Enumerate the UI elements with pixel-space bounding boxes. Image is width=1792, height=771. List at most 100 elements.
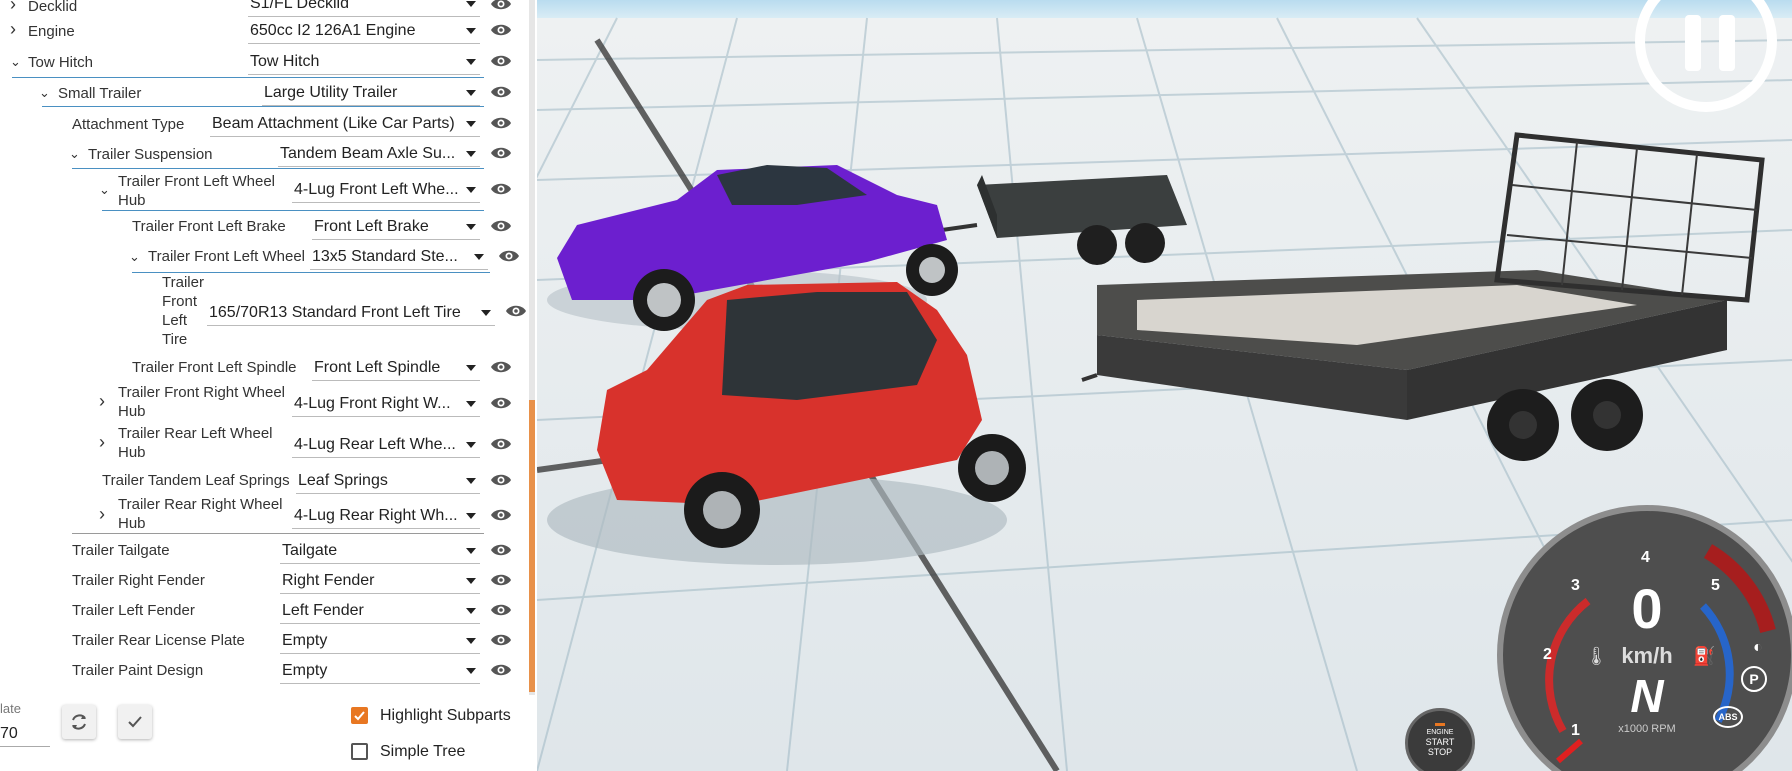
panel-scrollbar-thumb[interactable] xyxy=(529,400,535,692)
dropdown-arrow-icon xyxy=(466,578,476,584)
tree-branch-underline xyxy=(102,210,484,211)
part-label-line: Trailer xyxy=(162,274,204,291)
part-select-value: 4-Lug Rear Right Wh... xyxy=(294,507,458,524)
fuel-icon: ⛽ xyxy=(1693,646,1716,666)
chevron-right-icon[interactable]: › xyxy=(99,504,105,525)
engine-start-stop-button[interactable]: ENGINE START STOP xyxy=(1405,708,1475,771)
chevron-right-icon[interactable]: › xyxy=(99,432,105,453)
chevron-down-icon[interactable]: ⌄ xyxy=(10,54,21,70)
part-select[interactable]: 165/70R13 Standard Front Left Tire xyxy=(207,299,495,326)
speed-unit: km/h xyxy=(1621,643,1673,668)
eye-icon[interactable] xyxy=(490,663,512,677)
eye-icon[interactable] xyxy=(490,360,512,374)
part-select[interactable]: 4-Lug Rear Left Whe... xyxy=(292,431,480,458)
chevron-down-icon[interactable]: ⌄ xyxy=(99,182,110,198)
eye-icon[interactable] xyxy=(498,249,520,263)
part-select-value: Beam Attachment (Like Car Parts) xyxy=(212,115,455,132)
part-select[interactable]: S1/FL Decklid xyxy=(248,0,480,17)
tree-branch-underline xyxy=(72,168,484,169)
part-label-line: Front xyxy=(162,293,198,310)
part-select[interactable]: 650cc I2 126A1 Engine xyxy=(248,17,480,44)
part-select-value: Tow Hitch xyxy=(250,53,320,70)
dropdown-arrow-icon xyxy=(466,59,476,65)
eye-icon[interactable] xyxy=(490,146,512,160)
chevron-down-icon[interactable]: ⌄ xyxy=(39,85,50,101)
part-select[interactable]: Beam Attachment (Like Car Parts) xyxy=(210,110,480,137)
eye-icon[interactable] xyxy=(490,508,512,522)
part-label: Decklid xyxy=(28,0,78,15)
confirm-button[interactable] xyxy=(118,705,152,739)
part-select-value: Front Left Spindle xyxy=(314,359,441,376)
eye-icon[interactable] xyxy=(490,473,512,487)
part-select[interactable]: Empty xyxy=(280,627,480,654)
coolant-temp-icon: 🌡 xyxy=(1585,646,1608,666)
eye-icon[interactable] xyxy=(490,603,512,617)
part-select[interactable]: 4-Lug Front Left Whe... xyxy=(292,176,480,203)
part-select[interactable]: Tandem Beam Axle Su... xyxy=(278,140,480,167)
part-label-line: Hub xyxy=(118,444,146,461)
part-select-value: Empty xyxy=(282,662,328,679)
part-select[interactable]: Front Left Brake xyxy=(312,213,480,240)
refresh-button[interactable] xyxy=(62,705,96,739)
eye-icon[interactable] xyxy=(490,219,512,233)
part-select[interactable]: 4-Lug Rear Right Wh... xyxy=(292,502,480,529)
part-select[interactable]: Front Left Spindle xyxy=(312,354,480,381)
eye-icon[interactable] xyxy=(490,437,512,451)
tree-branch-underline xyxy=(42,106,484,107)
part-select[interactable]: Large Utility Trailer xyxy=(262,79,480,106)
part-select[interactable]: Right Fender xyxy=(280,567,480,594)
part-select-value: S1/FL Decklid xyxy=(250,0,349,12)
part-select[interactable]: Tow Hitch xyxy=(248,48,480,75)
eye-icon[interactable] xyxy=(490,633,512,647)
stop-label: STOP xyxy=(1427,747,1453,757)
dropdown-arrow-icon xyxy=(466,187,476,193)
part-label: Trailer Front Left Brake xyxy=(132,218,286,235)
highlight-subparts-checkbox[interactable] xyxy=(351,707,368,724)
eye-icon[interactable] xyxy=(490,54,512,68)
dropdown-arrow-icon xyxy=(466,442,476,448)
chevron-down-icon[interactable]: ⌄ xyxy=(69,146,80,162)
dropdown-arrow-icon xyxy=(466,478,476,484)
eye-icon[interactable] xyxy=(505,304,527,318)
eye-icon[interactable] xyxy=(490,543,512,557)
part-label: Tow Hitch xyxy=(28,54,94,71)
eye-icon[interactable] xyxy=(490,573,512,587)
eye-icon[interactable] xyxy=(490,85,512,99)
eye-icon[interactable] xyxy=(490,116,512,130)
part-select[interactable]: Leaf Springs xyxy=(296,467,480,494)
dropdown-arrow-icon xyxy=(466,401,476,407)
engine-label: ENGINE xyxy=(1426,729,1454,736)
dropdown-arrow-icon xyxy=(466,151,476,157)
eye-icon[interactable] xyxy=(490,396,512,410)
chevron-down-icon[interactable]: ⌄ xyxy=(129,249,140,265)
eye-icon[interactable] xyxy=(490,182,512,196)
tree-branch-underline xyxy=(72,533,484,534)
eye-icon[interactable] xyxy=(490,23,512,37)
part-label: Trailer Tailgate xyxy=(72,542,170,559)
chevron-right-icon[interactable]: › xyxy=(10,19,16,40)
part-select[interactable]: Empty xyxy=(280,657,480,684)
part-label: Trailer Front Left Tire xyxy=(162,273,204,349)
part-label: Trailer Tandem Leaf Springs xyxy=(102,472,290,489)
part-select[interactable]: Left Fender xyxy=(280,597,480,624)
part-select[interactable]: Tailgate xyxy=(280,537,480,564)
part-label: Trailer Front Right Wheel Hub xyxy=(118,383,285,421)
part-select[interactable]: 4-Lug Front Right W... xyxy=(292,390,480,417)
plate-input[interactable]: 70 xyxy=(0,722,50,747)
part-label-line: Hub xyxy=(118,515,146,532)
speedometer-gauge: 1 2 3 4 5 0 km/h N x1000 RPM 🌡 ⛽ P ABS ◐ xyxy=(1497,505,1792,771)
dropdown-arrow-icon xyxy=(466,513,476,519)
3d-viewport[interactable]: ENGINE START STOP 1 2 3 4 5 0 km/h N x10… xyxy=(537,0,1792,771)
part-label-line: Trailer Front Left Wheel xyxy=(118,173,275,190)
chevron-right-icon[interactable]: › xyxy=(99,391,105,412)
simple-tree-checkbox[interactable] xyxy=(351,743,368,760)
eye-icon[interactable] xyxy=(490,0,512,11)
pause-icon xyxy=(1685,15,1737,71)
chevron-right-icon[interactable]: › xyxy=(10,0,16,15)
dropdown-arrow-icon xyxy=(481,310,491,316)
start-label: START xyxy=(1425,737,1455,747)
part-select[interactable]: 13x5 Standard Ste... xyxy=(310,243,488,270)
part-label-line: Left xyxy=(162,312,188,329)
refresh-icon xyxy=(72,714,86,730)
part-select-value: 4-Lug Front Left Whe... xyxy=(294,181,458,198)
